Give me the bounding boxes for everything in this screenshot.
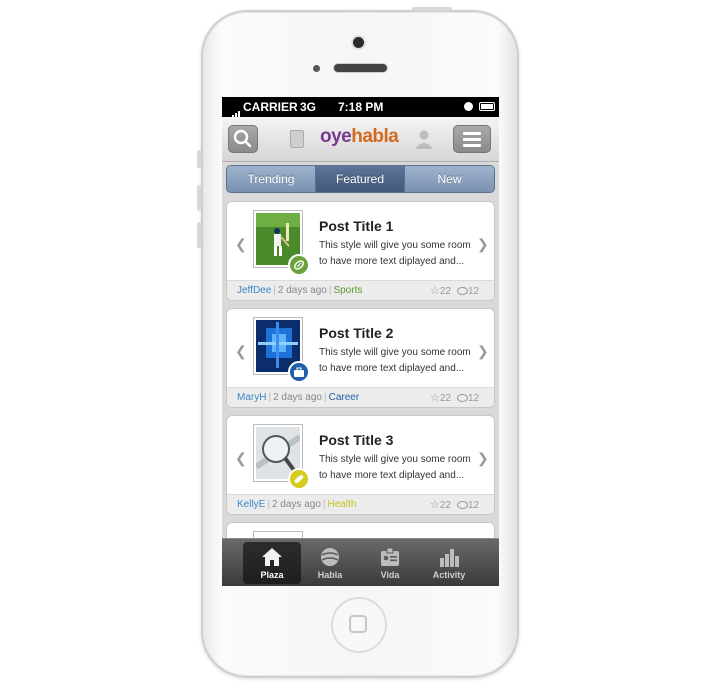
rotation-lock-icon [464,102,473,111]
post-author[interactable]: JeffDee [237,285,271,296]
post-card[interactable]: ❮ Post Title 3 This style will give you … [226,415,495,515]
post-time: 2 days ago [271,499,321,510]
like-count: 22 [439,393,451,404]
proximity-sensor [313,65,320,72]
football-icon [288,254,310,276]
post-author[interactable]: MaryH [237,392,266,403]
star-icon[interactable]: ☆ [430,285,440,297]
post-title[interactable]: Post Title 2 [319,325,393,341]
post-time: 2 days ago [273,392,322,403]
volume-up-button [197,185,201,211]
front-camera [353,37,364,48]
chevron-right-icon[interactable]: ❯ [477,343,489,360]
bottom-tab-bar: Plaza Habla Vida Activity [222,538,499,586]
network-type: 3G [300,100,317,114]
tab-plaza[interactable]: Plaza [243,542,301,584]
comment-count: 12 [468,393,480,404]
tab-new[interactable]: New [405,166,494,192]
briefcase-icon [288,361,310,383]
app-screen: CARRIER 3G 7:18 PM oyehabla Trending Fea… [222,97,499,586]
tab-label: Plaza [260,570,284,580]
status-time: 7:18 PM [338,100,384,114]
home-button-square-icon [349,615,367,633]
post-category[interactable]: Career [329,392,360,403]
post-time: 2 days ago [277,285,327,296]
tab-label: Activity [432,570,466,580]
bar-chart-icon [440,549,459,567]
document-icon[interactable] [290,130,304,148]
battery-icon [479,102,495,111]
app-navbar: oyehabla [222,117,499,162]
post-card[interactable]: ❮ Post Title 2 This style will give you … [226,308,495,408]
segment-tabs: Trending Featured New [226,165,495,193]
post-category[interactable]: Sports [333,285,362,296]
post-excerpt: This style will give you some room to ha… [319,347,471,374]
tab-featured[interactable]: Featured [316,166,405,192]
tab-label: Vida [380,570,400,580]
comment-count: 12 [468,286,480,297]
tab-label: Habla [317,570,343,580]
volume-down-button [197,222,201,248]
star-icon[interactable]: ☆ [430,392,440,404]
tab-trending[interactable]: Trending [227,166,316,192]
post-author[interactable]: KellyE [237,499,265,510]
house-icon [262,548,282,566]
post-meta-bar: KellyE | 2 days ago | Health ☆22 12 [227,494,494,514]
app-logo: oyehabla [320,126,399,147]
tab-habla[interactable]: Habla [301,542,359,584]
chevron-left-icon[interactable]: ❮ [235,450,247,467]
hamburger-icon [463,132,481,147]
post-excerpt: This style will give you some room to ha… [319,454,471,481]
tab-vida[interactable]: Vida [361,542,419,584]
post-meta-bar: MaryH | 2 days ago | Career ☆22 12 [227,387,494,407]
post-meta-bar: JeffDee | 2 days ago | Sports ☆22 12 [227,280,494,300]
menu-button[interactable] [453,125,491,153]
status-bar: CARRIER 3G 7:18 PM [222,97,499,122]
tab-activity[interactable]: Activity [420,542,478,584]
comment-icon[interactable] [457,501,468,510]
search-icon [233,129,252,148]
chevron-left-icon[interactable]: ❮ [235,343,247,360]
user-icon[interactable] [414,129,434,149]
search-button[interactable] [228,125,258,153]
chevron-right-icon[interactable]: ❯ [477,236,489,253]
post-excerpt: This style will give you some room to ha… [319,240,471,267]
comment-count: 12 [468,500,480,511]
comment-icon[interactable] [457,287,468,296]
post-card[interactable]: ❮ Post Title 1 This style will give you … [226,201,495,301]
carrier-name: CARRIER [243,100,298,114]
post-title[interactable]: Post Title 1 [319,218,393,234]
chevron-left-icon[interactable]: ❮ [235,236,247,253]
post-category[interactable]: Health [328,499,357,510]
chevron-right-icon[interactable]: ❯ [477,450,489,467]
like-count: 22 [439,500,451,511]
comment-icon[interactable] [457,394,468,403]
post-title[interactable]: Post Title 3 [319,432,393,448]
id-card-icon [381,547,399,566]
star-icon[interactable]: ☆ [430,499,440,511]
sleep-button [412,7,452,11]
mute-switch [197,150,201,168]
like-count: 22 [439,286,451,297]
pill-icon [288,468,310,490]
globe-icon [321,548,339,566]
earpiece-speaker [334,64,387,72]
